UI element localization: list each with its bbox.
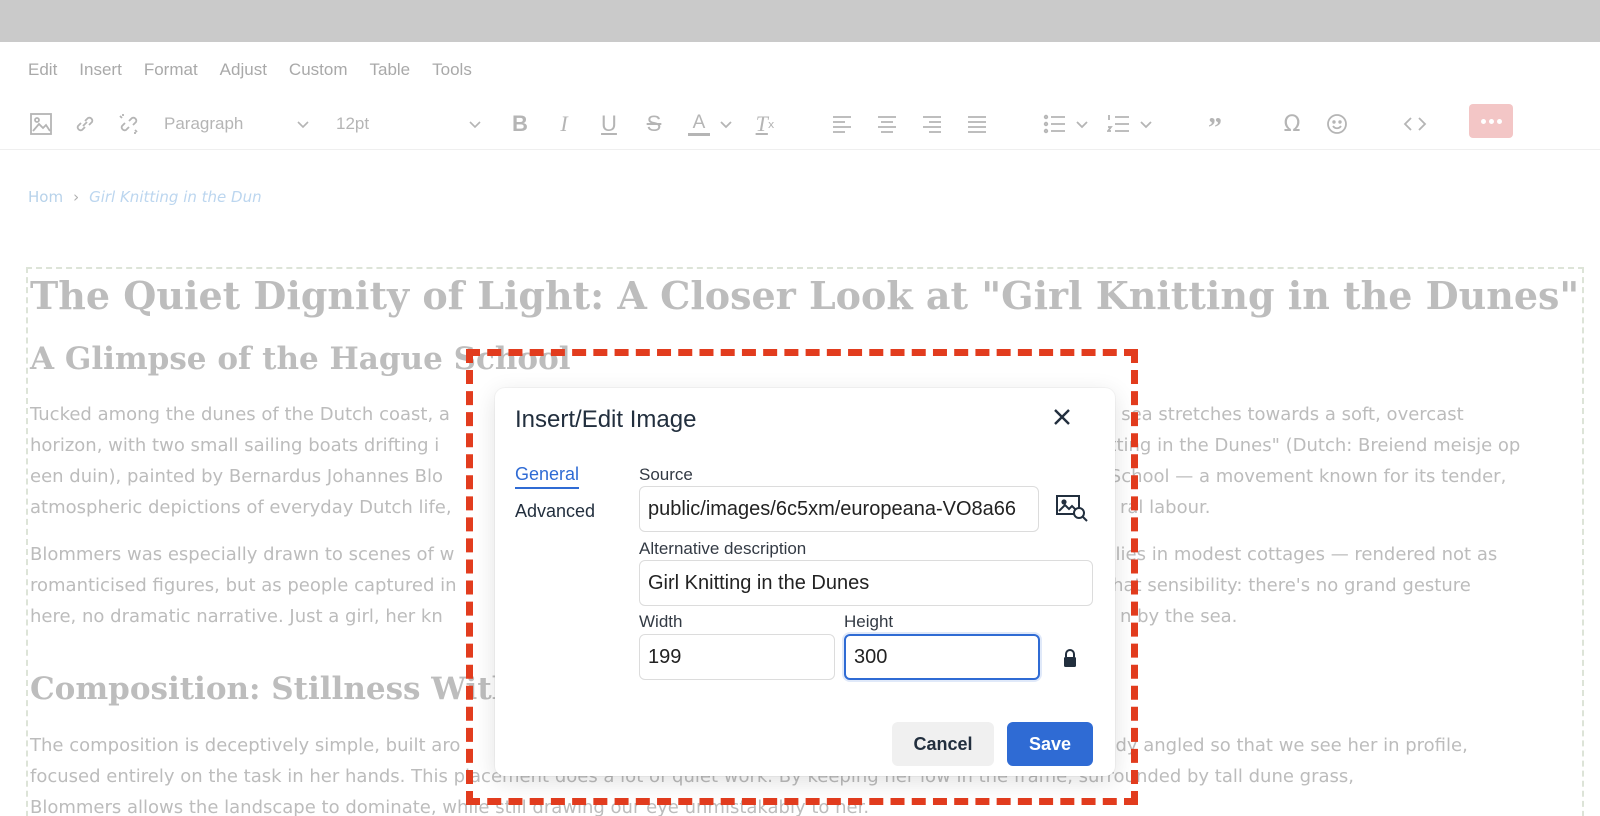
menu-edit[interactable]: Edit — [28, 60, 57, 80]
toolbar: Paragraph 12pt B I U S A Tx ” Ω — [0, 98, 1600, 150]
browse-image-icon[interactable] — [1052, 488, 1092, 528]
bold-icon[interactable]: B — [505, 107, 535, 141]
text-color-icon[interactable]: A — [684, 107, 714, 141]
align-left-icon[interactable] — [827, 107, 857, 141]
numbered-list-icon[interactable] — [1104, 107, 1134, 141]
height-label: Height — [844, 612, 894, 631]
unlink-icon[interactable] — [114, 107, 144, 141]
width-label: Width — [639, 612, 683, 631]
special-character-icon[interactable]: Ω — [1277, 107, 1307, 141]
underline-icon[interactable]: U — [594, 107, 624, 141]
chevron-down-icon[interactable] — [1074, 107, 1090, 141]
alt-label: Alternative description — [639, 539, 807, 558]
breadcrumb-current: Girl Knitting in the Dun — [89, 188, 262, 206]
italic-icon[interactable]: I — [549, 107, 579, 141]
chevron-down-icon — [297, 121, 309, 129]
menu-format[interactable]: Format — [144, 60, 198, 80]
tab-general[interactable]: General — [515, 464, 580, 489]
justify-icon[interactable] — [962, 107, 992, 141]
breadcrumb: Hom › Girl Knitting in the Dun — [28, 188, 262, 206]
dialog-title: Insert/Edit Image — [515, 406, 697, 433]
font-size-value: 12pt — [336, 114, 370, 133]
height-input[interactable]: 300 — [844, 634, 1040, 680]
section-heading-composition: Composition: Stillness With — [30, 671, 515, 707]
menu-insert[interactable]: Insert — [79, 60, 122, 80]
source-input[interactable]: public/images/6c5xm/europeana-VO8a66 — [639, 486, 1039, 532]
lock-icon[interactable] — [1055, 643, 1085, 673]
article-title: The Quiet Dignity of Light: A Closer Loo… — [30, 273, 1580, 318]
cancel-button[interactable]: Cancel — [892, 722, 994, 766]
more-icon[interactable] — [1469, 104, 1513, 138]
menu-custom[interactable]: Custom — [289, 60, 348, 80]
block-format-value: Paragraph — [164, 114, 244, 133]
strikethrough-icon[interactable]: S — [639, 107, 669, 141]
link-icon[interactable] — [70, 107, 100, 141]
menu-tools[interactable]: Tools — [432, 60, 472, 80]
insert-image-dialog: Insert/Edit Image General Advanced Sourc… — [495, 388, 1115, 776]
menu-adjust[interactable]: Adjust — [220, 60, 267, 80]
menu-table[interactable]: Table — [370, 60, 411, 80]
align-center-icon[interactable] — [872, 107, 902, 141]
save-button[interactable]: Save — [1007, 722, 1093, 766]
menu-bar: Edit Insert Format Adjust Custom Table T… — [0, 42, 1600, 98]
bullet-list-icon[interactable] — [1040, 107, 1070, 141]
image-icon[interactable] — [26, 107, 56, 141]
source-code-icon[interactable] — [1400, 107, 1430, 141]
source-label: Source — [639, 465, 693, 484]
align-right-icon[interactable] — [917, 107, 947, 141]
alt-input[interactable]: Girl Knitting in the Dunes — [639, 560, 1093, 606]
chevron-down-icon — [469, 121, 481, 129]
breadcrumb-home[interactable]: Hom — [28, 188, 63, 206]
clear-formatting-icon[interactable]: Tx — [750, 107, 780, 141]
tab-advanced[interactable]: Advanced — [515, 501, 595, 522]
browser-top-bar — [0, 0, 1600, 42]
chevron-down-icon[interactable] — [1138, 107, 1154, 141]
close-icon[interactable] — [1047, 402, 1077, 432]
emoji-icon[interactable] — [1322, 107, 1352, 141]
chevron-right-icon: › — [73, 188, 80, 206]
font-size-select[interactable]: 12pt — [330, 107, 488, 141]
block-format-select[interactable]: Paragraph — [158, 107, 316, 141]
width-input[interactable]: 199 — [639, 634, 835, 680]
chevron-down-icon[interactable] — [718, 107, 734, 141]
blockquote-icon[interactable]: ” — [1200, 107, 1230, 143]
